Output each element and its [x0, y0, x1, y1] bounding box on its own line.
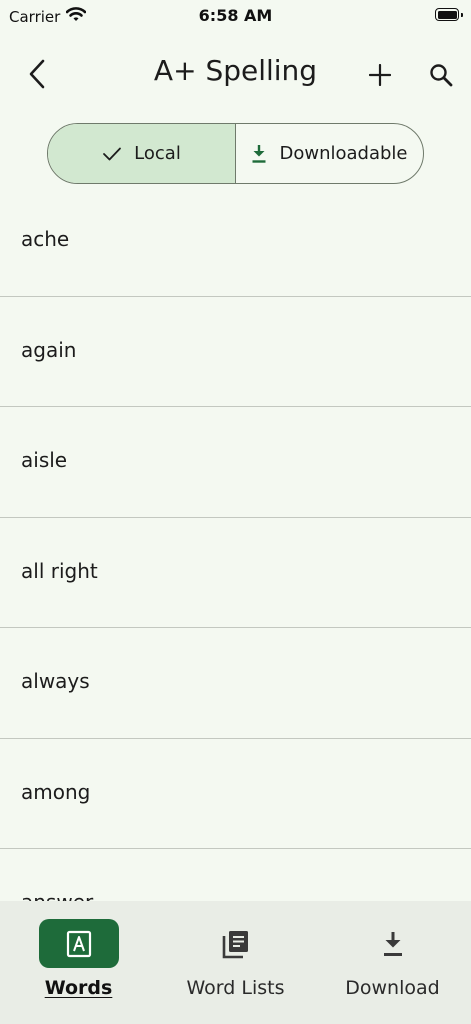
battery-icon [435, 8, 459, 21]
navigation-bar: A+ Spelling [0, 44, 471, 104]
segment-downloadable[interactable]: Downloadable [236, 124, 423, 183]
list-item[interactable]: answer [0, 849, 471, 901]
tab-bar: Words Word Lists Download [0, 901, 471, 1024]
segment-downloadable-label: Downloadable [279, 143, 408, 164]
page-title: A+ Spelling [153, 54, 318, 87]
word-text: aisle [21, 448, 68, 472]
list-item[interactable]: ache [0, 186, 471, 297]
word-text: always [21, 669, 90, 693]
list-item[interactable]: all right [0, 518, 471, 628]
add-button[interactable] [363, 58, 397, 92]
word-list[interactable]: ache again aisle all right always among … [0, 186, 471, 901]
status-time: 6:58 AM [198, 6, 273, 25]
tab-download-indicator [353, 919, 433, 968]
tab-word-lists-label: Word Lists [186, 977, 285, 999]
list-item[interactable]: again [0, 297, 471, 407]
segment-local[interactable]: Local [48, 124, 236, 183]
plus-icon [369, 64, 391, 86]
word-text: all right [21, 558, 98, 583]
battery-tip [461, 13, 463, 17]
list-item[interactable]: aisle [0, 407, 471, 518]
letter-a-icon [66, 930, 91, 957]
word-text: ache [21, 227, 70, 251]
tab-download[interactable]: Download [314, 901, 471, 1024]
download-icon [252, 144, 266, 163]
tab-words-indicator [38, 919, 119, 968]
back-button[interactable] [20, 56, 54, 92]
list-item[interactable]: among [0, 739, 471, 849]
tab-word-lists-indicator [196, 919, 276, 968]
source-segmented-control: Local Downloadable [47, 123, 424, 184]
search-button[interactable] [424, 58, 458, 92]
download-icon [383, 931, 402, 956]
tab-download-label: Download [345, 977, 440, 999]
tab-words[interactable]: Words [0, 901, 157, 1024]
tab-word-lists[interactable]: Word Lists [157, 901, 314, 1024]
tab-words-label: Words [44, 977, 113, 999]
segment-local-label: Local [134, 143, 181, 164]
search-icon [430, 64, 453, 87]
library-icon [222, 930, 248, 958]
word-text: among [21, 779, 91, 804]
checkmark-icon [103, 147, 122, 160]
list-item[interactable]: always [0, 628, 471, 739]
word-text: answer [21, 890, 93, 901]
chevron-left-icon [29, 59, 45, 89]
word-text: again [21, 337, 77, 362]
status-bar: Carrier 6:58 AM [0, 0, 471, 34]
